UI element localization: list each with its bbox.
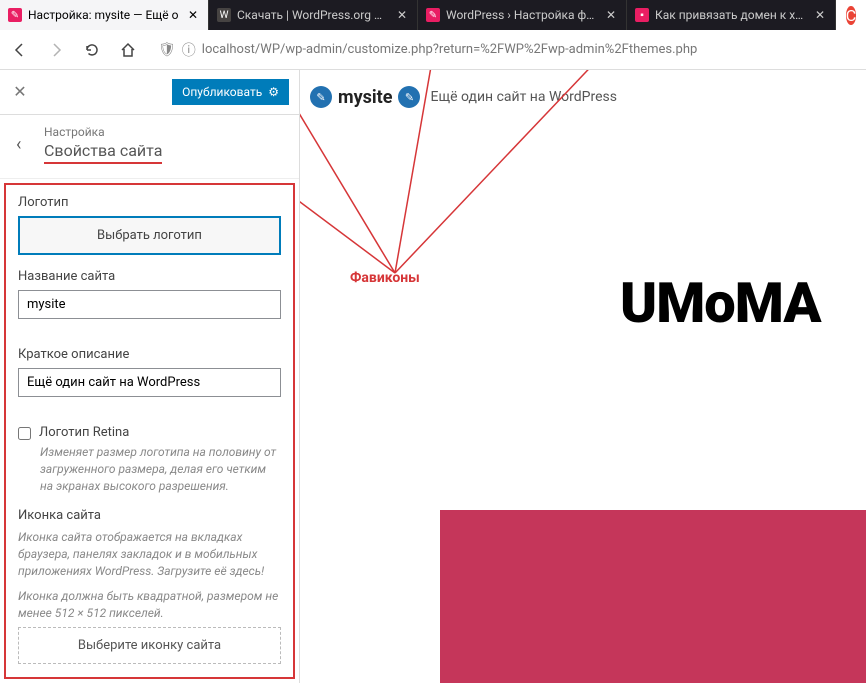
back-section-icon[interactable]: ‹ [16, 134, 44, 155]
tab-title: Настройка: mysite — Ещё о [28, 8, 180, 22]
site-icon-desc2: Иконка должна быть квадратной, размером … [18, 588, 281, 622]
site-icon-label: Иконка сайта [18, 508, 281, 523]
edit-shortcut-icon[interactable]: ✎ [398, 86, 420, 108]
close-icon[interactable]: ✕ [395, 8, 409, 22]
favicon-icon: ✎ [8, 8, 22, 22]
publish-label: Опубликовать [182, 85, 262, 99]
url-bar[interactable]: 🛡 ⓘ localhost/WP/wp-admin/customize.php?… [150, 35, 860, 65]
shield-icon: 🛡 [158, 42, 176, 58]
edit-shortcut-icon[interactable]: ✎ [310, 86, 332, 108]
site-icon-desc1: Иконка сайта отображается на вкладках бр… [18, 529, 281, 579]
tagline-input[interactable] [18, 368, 281, 397]
favicon-icon: W [217, 8, 231, 22]
close-customizer-icon[interactable]: ✕ [10, 82, 30, 102]
info-icon: ⓘ [182, 40, 196, 60]
tab-title: Скачать | WordPress.org Рус [237, 8, 389, 22]
tab-3[interactable]: ▪ Как привязать домен к хос ✕ [627, 0, 836, 30]
site-name-input[interactable] [18, 290, 281, 319]
tab-2[interactable]: ✎ WordPress › Настройка фай ✕ [418, 0, 627, 30]
tab-title: WordPress › Настройка фай [446, 8, 598, 22]
tab-extra[interactable]: C [836, 0, 866, 30]
browser-tabs: ✎ Настройка: mysite — Ещё о ✕ W Скачать … [0, 0, 866, 30]
close-icon[interactable]: ✕ [813, 8, 827, 22]
select-logo-button[interactable]: Выбрать логотип [18, 216, 281, 255]
site-name-label: Название сайта [18, 269, 281, 284]
breadcrumb: Настройка [44, 125, 283, 139]
publish-button[interactable]: Опубликовать ⚙ [172, 79, 289, 105]
site-preview: ✎ mysite ✎ Ещё один сайт на WordPress UM… [300, 70, 866, 683]
forward-icon[interactable] [42, 36, 70, 64]
browser-navbar: 🛡 ⓘ localhost/WP/wp-admin/customize.php?… [0, 30, 866, 70]
customizer-sidebar: ✕ Опубликовать ⚙ ‹ Настройка Свойства са… [0, 70, 300, 683]
favicon-icon: ✎ [426, 8, 440, 22]
tab-1[interactable]: W Скачать | WordPress.org Рус ✕ [209, 0, 418, 30]
preview-headline: UMoMA [620, 270, 821, 336]
back-icon[interactable] [6, 36, 34, 64]
reload-icon[interactable] [78, 36, 106, 64]
home-icon[interactable] [114, 36, 142, 64]
select-icon-button[interactable]: Выберите иконку сайта [18, 627, 281, 664]
favicon-icon: ▪ [635, 8, 649, 22]
preview-image-block [440, 510, 866, 683]
url-text: localhost/WP/wp-admin/customize.php?retu… [202, 42, 698, 57]
tab-0[interactable]: ✎ Настройка: mysite — Ещё о ✕ [0, 0, 209, 30]
preview-tagline: Ещё один сайт на WordPress [430, 89, 617, 105]
annotation-label: Фавиконы [350, 270, 420, 286]
retina-checkbox[interactable] [18, 427, 31, 440]
retina-label: Логотип Retina [39, 425, 129, 440]
retina-desc: Изменяет размер логотипа на половину от … [40, 444, 281, 494]
tab-title: Как привязать домен к хос [655, 8, 807, 22]
section-title: Свойства сайта [44, 141, 162, 164]
close-icon[interactable]: ✕ [186, 8, 200, 22]
logo-label: Логотип [18, 195, 281, 210]
tagline-label: Краткое описание [18, 347, 281, 362]
gear-icon: ⚙ [268, 85, 279, 99]
close-icon[interactable]: ✕ [604, 8, 618, 22]
preview-site-name: mysite [338, 87, 392, 108]
